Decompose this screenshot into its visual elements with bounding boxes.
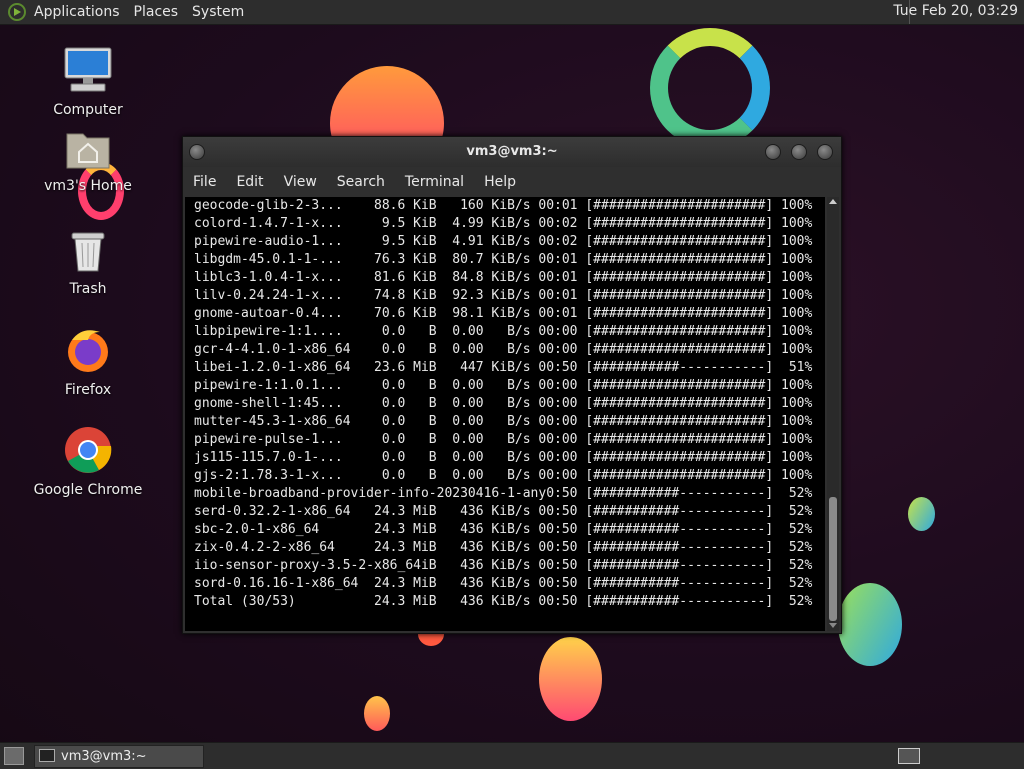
scroll-up-arrow-icon[interactable] [829,199,837,204]
terminal-line: sbc-2.0-1-x86_64 24.3 MiB 436 KiB/s 00:5… [194,522,813,537]
terminal-line: mobile-broadband-provider-info-20230416-… [194,486,813,501]
terminal-line: gnome-autoar-0.4... 70.6 KiB 98.1 KiB/s … [194,306,813,321]
terminal-line: pipewire-pulse-1... 0.0 B 0.00 B/s 00:00… [194,432,813,447]
menu-edit[interactable]: Edit [236,174,263,190]
terminal-line: sord-0.16.16-1-x86_64 24.3 MiB 436 KiB/s… [194,576,813,591]
chrome-icon [65,427,112,473]
top-panel: Applications Places System Tue Feb 20, 0… [0,0,1024,25]
wallpaper-blob-small-bottom [364,696,390,731]
show-desktop-icon[interactable] [4,747,24,765]
terminal-line: iio-sensor-proxy-3.5-2-x86_64iB 436 KiB/… [194,558,813,573]
close-button[interactable] [817,144,833,160]
terminal-line: pipewire-1:1.0.1... 0.0 B 0.00 B/s 00:00… [194,378,813,393]
terminal-line: zix-0.4.2-2-x86_64 24.3 MiB 436 KiB/s 00… [194,540,813,555]
menu-file[interactable]: File [193,174,216,190]
terminal-line: libei-1.2.0-1-x86_64 23.6 MiB 447 KiB/s … [194,360,813,375]
terminal-line: pipewire-audio-1... 9.5 KiB 4.91 KiB/s 0… [194,234,813,249]
menu-help[interactable]: Help [484,174,516,190]
terminal-line: gnome-shell-1:45... 0.0 B 0.00 B/s 00:00… [194,396,813,411]
wallpaper-ring-large [650,28,770,148]
desktop-icon-label: Firefox [64,382,112,398]
terminal-line: gjs-2:1.78.3-1-x... 0.0 B 0.00 B/s 00:00… [194,468,813,483]
scrollbar-thumb[interactable] [829,497,837,621]
desktop-icon-label: vm3's Home [44,178,132,194]
minimize-button[interactable] [765,144,781,160]
desktop-icon-chrome[interactable]: Google Chrome [33,426,143,498]
menu-terminal[interactable]: Terminal [405,174,464,190]
wallpaper-blob-bottom [539,637,602,721]
desktop-icon-firefox[interactable]: Firefox [33,326,143,398]
terminal-window[interactable]: vm3@vm3:~ File Edit View Search Terminal… [182,136,842,634]
bottom-panel: vm3@vm3:~ [0,742,1024,769]
wallpaper-blob-right [838,583,902,666]
desktop-icon-home[interactable]: vm3's Home [33,128,143,194]
menu-places[interactable]: Places [134,4,179,20]
menu-view[interactable]: View [284,174,317,190]
window-titlebar[interactable]: vm3@vm3:~ [183,137,841,167]
clock[interactable]: Tue Feb 20, 03:29 [893,3,1018,19]
terminal-line: libgdm-45.0.1-1-... 76.3 KiB 80.7 KiB/s … [194,252,813,267]
system-logo-icon[interactable] [8,3,26,21]
terminal-line: geocode-glib-2-3... 88.6 KiB 160 KiB/s 0… [194,198,813,213]
computer-icon [64,47,112,92]
terminal-line: mutter-45.3-1-x86_64 0.0 B 0.00 B/s 00:0… [194,414,813,429]
terminal-line: liblc3-1.0.4-1-x... 81.6 KiB 84.8 KiB/s … [194,270,813,285]
home-folder-icon [66,133,110,169]
terminal-line: lilv-0.24.24-1-x... 74.8 KiB 92.3 KiB/s … [194,288,813,303]
desktop-icon-computer[interactable]: Computer [33,46,143,118]
menu-system[interactable]: System [192,4,244,20]
window-title: vm3@vm3:~ [466,144,558,159]
terminal-icon [39,749,55,762]
terminal-line: colord-1.4.7-1-x... 9.5 KiB 4.99 KiB/s 0… [194,216,813,231]
terminal-output[interactable]: geocode-glib-2-3... 88.6 KiB 160 KiB/s 0… [185,197,825,631]
terminal-line: serd-0.32.2-1-x86_64 24.3 MiB 436 KiB/s … [194,504,813,519]
desktop-icon-label: Trash [69,281,107,297]
terminal-menubar: File Edit View Search Terminal Help [183,167,841,197]
trash-icon [71,232,105,272]
terminal-line: js115-115.7.0-1-... 0.0 B 0.00 B/s 00:00… [194,450,813,465]
scroll-down-arrow-icon[interactable] [829,623,837,628]
taskbar-item-terminal[interactable]: vm3@vm3:~ [34,745,204,768]
menu-search[interactable]: Search [337,174,385,190]
window-menu-button[interactable] [189,144,205,160]
terminal-line: Total (30/53) 24.3 MiB 436 KiB/s 00:50 [… [194,594,813,609]
desktop-icon-label: Google Chrome [33,482,143,498]
desktop-icon-label: Computer [53,102,123,118]
wallpaper-blob-right-small [908,497,935,531]
terminal-line: libpipewire-1:1.... 0.0 B 0.00 B/s 00:00… [194,324,813,339]
firefox-icon [68,330,108,372]
workspace-switcher[interactable] [898,748,920,764]
terminal-line: gcr-4-4.1.0-1-x86_64 0.0 B 0.00 B/s 00:0… [194,342,813,357]
maximize-button[interactable] [791,144,807,160]
terminal-scrollbar[interactable] [827,197,839,631]
taskbar-item-label: vm3@vm3:~ [61,749,147,764]
menu-applications[interactable]: Applications [34,4,120,20]
desktop-icon-trash[interactable]: Trash [33,229,143,297]
